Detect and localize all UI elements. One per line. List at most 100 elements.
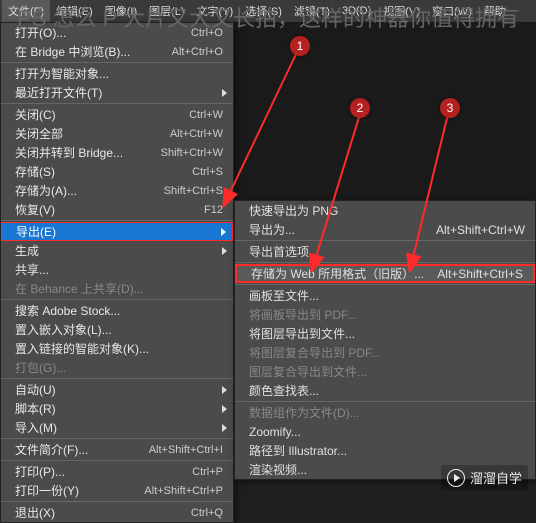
menu-item[interactable]: 在 Bridge 中浏览(B)...Alt+Ctrl+O — [1, 42, 233, 61]
menu-item-label: 打开为智能对象... — [15, 65, 109, 82]
menu-item[interactable]: 打开为智能对象... — [1, 64, 233, 83]
menu-item-shortcut: Shift+Ctrl+S — [164, 185, 223, 197]
menu-item-label: 共享... — [15, 261, 49, 278]
menubar-item[interactable]: 滤镜(T) — [288, 0, 336, 22]
submenu-item[interactable]: 颜色查找表... — [235, 381, 535, 400]
menu-item-label: 存储为(A)... — [15, 182, 77, 199]
submenu-item[interactable]: 画板至文件... — [235, 286, 535, 305]
menu-item[interactable]: 退出(X) Ctrl+Q — [1, 503, 233, 522]
menu-item[interactable]: 最近打开文件(T) — [1, 83, 233, 102]
submenu-item[interactable]: 导出首选项... — [235, 242, 535, 261]
menu-item-shortcut: Ctrl+P — [192, 466, 223, 478]
submenu-arrow-icon — [222, 247, 227, 255]
submenu-arrow-icon — [221, 228, 226, 236]
menu-item-shortcut: Alt+Ctrl+O — [172, 46, 223, 58]
menu-item-label: 存储(S) — [15, 163, 55, 180]
menu-item[interactable]: 打印一份(Y)Alt+Shift+Ctrl+P — [1, 481, 233, 500]
menu-item-label: 打包(G)... — [15, 359, 66, 376]
menubar-item[interactable]: 选择(S) — [239, 0, 288, 22]
menu-item[interactable]: 导出(E) — [1, 222, 233, 241]
menu-item[interactable]: 导入(M) — [1, 418, 233, 437]
annotation-marker-3: 3 — [440, 98, 460, 118]
menu-item[interactable]: 打开(O)... Ctrl+O — [1, 23, 233, 42]
menu-item[interactable]: 恢复(V)F12 — [1, 200, 233, 219]
menu-item[interactable]: 自动(U) — [1, 380, 233, 399]
menubar[interactable]: 文件(F)编辑(E)图像(I)图层(L)文字(Y)选择(S)滤镜(T)3D(D)… — [0, 0, 536, 22]
submenu-item[interactable]: 路径到 Illustrator... — [235, 441, 535, 460]
menu-item[interactable]: 存储为(A)... Shift+Ctrl+S — [1, 181, 233, 200]
submenu-item[interactable]: 将图层导出到文件... — [235, 324, 535, 343]
file-menu-dropdown[interactable]: 打开(O)... Ctrl+O 在 Bridge 中浏览(B)...Alt+Ctrl… — [0, 22, 234, 523]
submenu-item-label: 图层复合导出到文件... — [249, 363, 367, 380]
menu-item-shortcut: Ctrl+W — [189, 109, 223, 121]
menu-item-label: 退出(X) — [15, 504, 55, 521]
menubar-item[interactable]: 窗口(W) — [426, 0, 478, 22]
menubar-item[interactable]: 图像(I) — [99, 0, 143, 22]
submenu-item-label: 导出首选项... — [249, 243, 319, 260]
submenu-item-label: 快速导出为 PNG — [249, 202, 338, 219]
menu-item-shortcut: Shift+Ctrl+W — [161, 147, 223, 159]
menu-item-label: 关闭(C) — [15, 106, 56, 123]
menu-item[interactable]: 共享... — [1, 260, 233, 279]
menu-item-label: 在 Behance 上共享(D)... — [15, 280, 144, 297]
annotation-marker-1: 1 — [290, 36, 310, 56]
watermark: 溜溜自学 — [441, 465, 528, 490]
menu-item-label: 自动(U) — [15, 381, 56, 398]
menu-item: 在 Behance 上共享(D)... — [1, 279, 233, 298]
menubar-item[interactable]: 图层(L) — [143, 0, 190, 22]
submenu-arrow-icon — [222, 424, 227, 432]
play-icon — [447, 469, 465, 487]
menu-item-label: 关闭全部 — [15, 125, 63, 142]
menu-item[interactable]: 文件简介(F)...Alt+Shift+Ctrl+I — [1, 440, 233, 459]
export-submenu[interactable]: 快速导出为 PNG 导出为... Alt+Shift+Ctrl+W 导出首选项... 存… — [234, 200, 536, 480]
menu-item-shortcut: Ctrl+Q — [191, 507, 223, 519]
submenu-item-label: 画板至文件... — [249, 287, 319, 304]
submenu-item: 图层复合导出到文件... — [235, 362, 535, 381]
submenu-item[interactable]: 存储为 Web 所用格式（旧版）...Alt+Shift+Ctrl+S — [235, 264, 535, 283]
menubar-item[interactable]: 文件(F) — [2, 0, 50, 22]
menu-item[interactable]: 生成 — [1, 241, 233, 260]
menu-item-label: 打印一份(Y) — [15, 482, 79, 499]
menubar-item[interactable]: 3D(D) — [336, 2, 377, 20]
menu-item[interactable]: 脚本(R) — [1, 399, 233, 418]
menu-item[interactable]: 置入链接的智能对象(K)... — [1, 339, 233, 358]
menu-item[interactable]: 打印(P)...Ctrl+P — [1, 462, 233, 481]
menubar-item[interactable]: 视图(V) — [377, 0, 426, 22]
menu-item-shortcut: Ctrl+O — [191, 27, 223, 39]
submenu-item-shortcut: Alt+Shift+Ctrl+W — [436, 223, 525, 237]
menu-item-label: 打开(O)... — [15, 24, 66, 41]
menu-item-shortcut: Alt+Ctrl+W — [170, 128, 223, 140]
menu-item[interactable]: 存储(S)Ctrl+S — [1, 162, 233, 181]
menu-item[interactable]: 搜索 Adobe Stock... — [1, 301, 233, 320]
menu-item-label: 置入嵌入对象(L)... — [15, 321, 112, 338]
submenu-item-label: 数据组作为文件(D)... — [249, 404, 360, 421]
submenu-item-label: 将图层导出到文件... — [249, 325, 355, 342]
submenu-item-shortcut: Alt+Shift+Ctrl+S — [437, 267, 523, 281]
submenu-item: 将图层复合导出到 PDF... — [235, 343, 535, 362]
submenu-item-label: 导出为... — [249, 221, 295, 238]
submenu-item-label: 颜色查找表... — [249, 382, 319, 399]
canvas-workspace — [234, 22, 536, 200]
menubar-item[interactable]: 文字(Y) — [191, 0, 240, 22]
watermark-text: 溜溜自学 — [470, 468, 522, 487]
menu-item[interactable]: 置入嵌入对象(L)... — [1, 320, 233, 339]
submenu-item: 数据组作为文件(D)... — [235, 403, 535, 422]
submenu-item-label: Zoomify... — [249, 425, 301, 439]
menu-item-label: 脚本(R) — [15, 400, 56, 417]
menu-item-label: 搜索 Adobe Stock... — [15, 302, 120, 319]
menu-item[interactable]: 关闭(C) Ctrl+W — [1, 105, 233, 124]
menu-item[interactable]: 关闭全部 Alt+Ctrl+W — [1, 124, 233, 143]
submenu-item[interactable]: 快速导出为 PNG — [235, 201, 535, 220]
submenu-item[interactable]: Zoomify... — [235, 422, 535, 441]
menubar-item[interactable]: 帮助 — [478, 0, 512, 22]
submenu-item[interactable]: 导出为... Alt+Shift+Ctrl+W — [235, 220, 535, 239]
menubar-item[interactable]: 编辑(E) — [50, 0, 99, 22]
submenu-item: 将画板导出到 PDF... — [235, 305, 535, 324]
menu-item: 打包(G)... — [1, 358, 233, 377]
menu-item-shortcut: F12 — [204, 204, 223, 216]
submenu-arrow-icon — [222, 386, 227, 394]
submenu-item-label: 将图层复合导出到 PDF... — [249, 344, 381, 361]
menu-item[interactable]: 关闭并转到 Bridge...Shift+Ctrl+W — [1, 143, 233, 162]
submenu-arrow-icon — [222, 89, 227, 97]
menu-item-label: 置入链接的智能对象(K)... — [15, 340, 149, 357]
